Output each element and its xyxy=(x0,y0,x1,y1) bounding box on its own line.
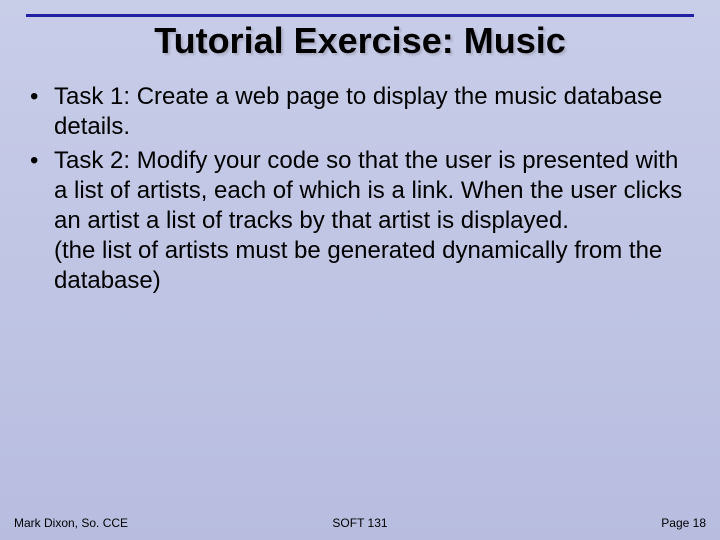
footer-course: SOFT 131 xyxy=(14,516,706,530)
list-item: • Task 1: Create a web page to display t… xyxy=(26,82,694,142)
bullet-icon: • xyxy=(26,82,54,142)
slide-footer: Mark Dixon, So. CCE SOFT 131 Page 18 xyxy=(14,516,706,530)
bullet-text: Task 1: Create a web page to display the… xyxy=(54,82,694,142)
bullet-icon: • xyxy=(26,146,54,296)
title-rule xyxy=(26,14,694,17)
slide-body: • Task 1: Create a web page to display t… xyxy=(26,82,694,300)
slide-title: Tutorial Exercise: Music xyxy=(0,20,720,62)
list-item: • Task 2: Modify your code so that the u… xyxy=(26,146,694,296)
bullet-text: Task 2: Modify your code so that the use… xyxy=(54,146,694,296)
